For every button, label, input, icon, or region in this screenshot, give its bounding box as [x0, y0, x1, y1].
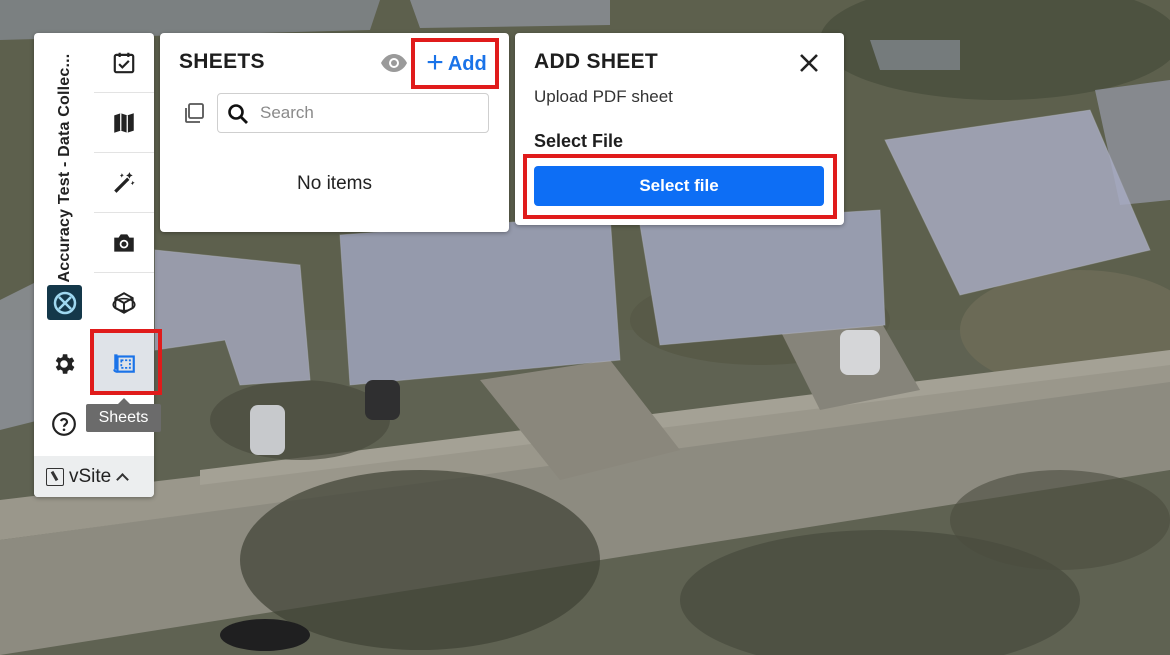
plus-icon: +: [426, 45, 444, 79]
add-sheet-title: ADD SHEET: [534, 50, 659, 73]
add-sheet-button[interactable]: + Add: [419, 45, 494, 83]
rail-item-measure-tools[interactable]: [94, 153, 154, 213]
search-field[interactable]: [217, 93, 489, 133]
wand-icon: [114, 171, 135, 193]
vsite-label: vSite: [69, 465, 112, 487]
help-icon: [52, 412, 76, 436]
rail-item-models[interactable]: [94, 273, 154, 333]
empty-state-text: No items: [297, 173, 372, 194]
chevron-up-icon: [116, 472, 130, 486]
add-sheet-label: Add: [447, 52, 487, 75]
gear-icon: [55, 354, 75, 374]
eye-icon[interactable]: [380, 52, 408, 74]
camera-icon: [114, 233, 134, 252]
vsite-menu-button[interactable]: vSite: [34, 456, 154, 497]
map-icon: [114, 112, 134, 133]
cube-icon: [112, 291, 136, 314]
rail-item-sheets[interactable]: [94, 333, 154, 393]
vsite-logo-icon[interactable]: [47, 285, 82, 320]
rail-item-map[interactable]: [94, 93, 154, 153]
sheets-tooltip: Sheets: [86, 398, 161, 432]
sheets-panel-title: SHEETS: [179, 50, 265, 73]
select-file-label: Select File: [534, 131, 624, 151]
select-file-button[interactable]: Select file: [534, 166, 824, 206]
project-title[interactable]: Accuracy Test - Data Collec...: [34, 33, 96, 303]
vsite-icon: [46, 467, 64, 486]
close-icon[interactable]: [797, 51, 821, 75]
search-icon: [228, 104, 248, 124]
help-button[interactable]: [47, 407, 81, 441]
rail-item-photos[interactable]: [94, 213, 154, 273]
checklist-icon: [113, 52, 135, 73]
settings-button[interactable]: [47, 347, 81, 381]
add-sheet-subtitle: Upload PDF sheet: [534, 87, 673, 106]
project-title-text: Accuracy Test - Data Collec...: [56, 53, 73, 283]
copy-icon[interactable]: [182, 101, 206, 125]
search-input[interactable]: [260, 94, 480, 132]
rail-item-tasks[interactable]: [94, 33, 154, 93]
sheets-icon: [113, 353, 135, 373]
